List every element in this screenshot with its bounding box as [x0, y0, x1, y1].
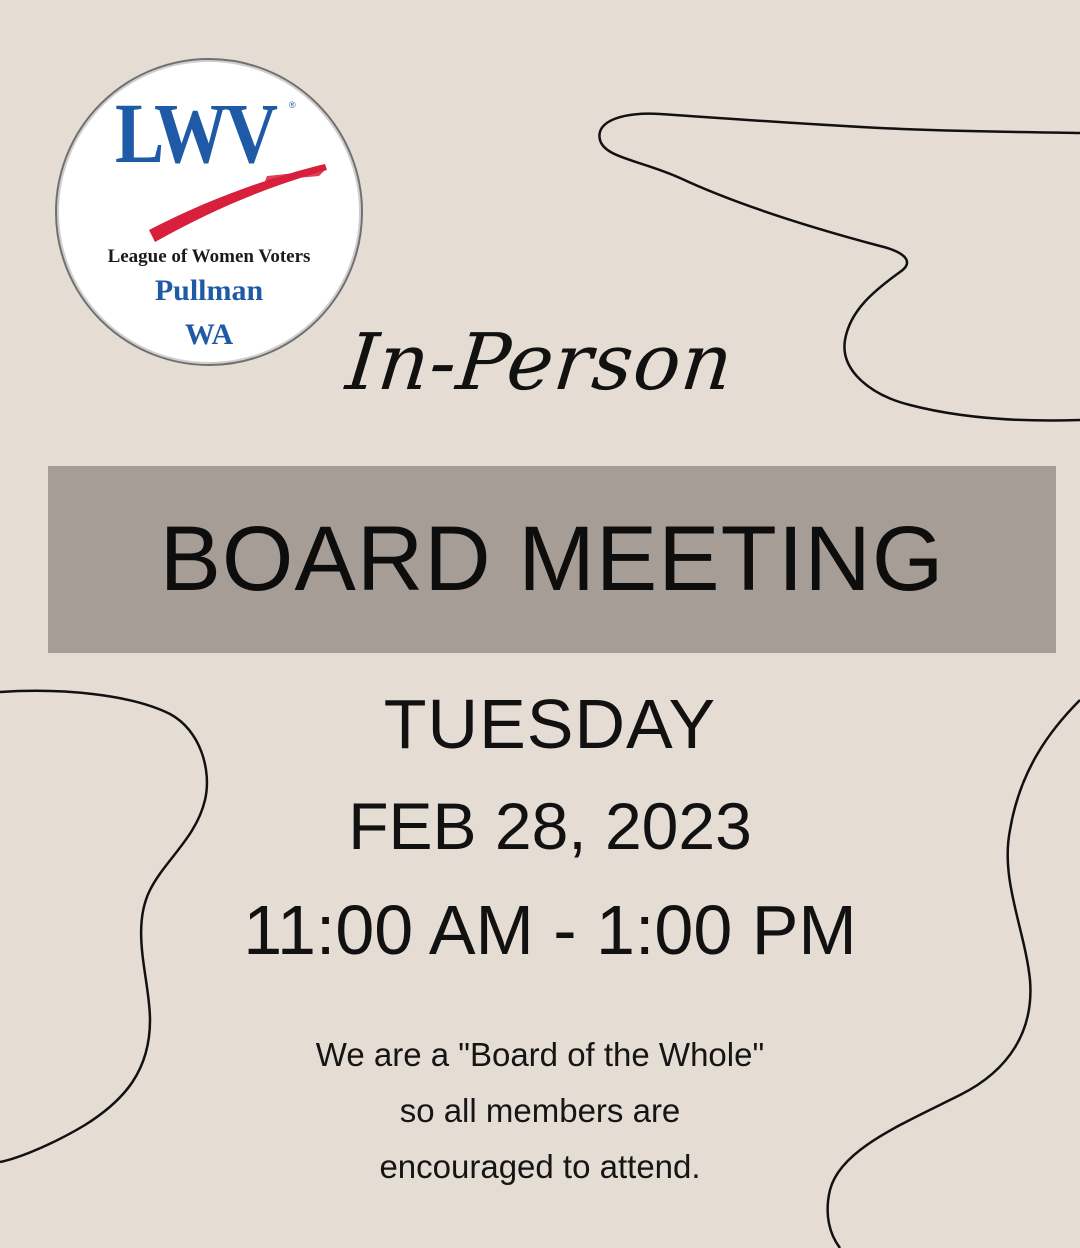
logo-organization-name: League of Women Voters	[107, 246, 311, 267]
logo-abbreviation: LWV	[115, 85, 278, 181]
title-banner: BOARD MEETING	[48, 466, 1056, 653]
event-date: FEB 28, 2023	[348, 789, 752, 863]
note-line-2: so all members are	[399, 1092, 681, 1129]
event-time: 11:00 AM - 1:00 PM	[243, 891, 857, 969]
script-heading: In-Person	[342, 318, 738, 408]
logo-registered-mark: ®	[289, 100, 296, 110]
logo-city: Pullman	[154, 274, 264, 307]
note-line-1: We are a "Board of the Whole"	[315, 1036, 765, 1073]
event-day: TUESDAY	[383, 685, 717, 763]
banner-title: BOARD MEETING	[159, 508, 945, 610]
note-line-3: encouraged to attend.	[379, 1148, 701, 1185]
